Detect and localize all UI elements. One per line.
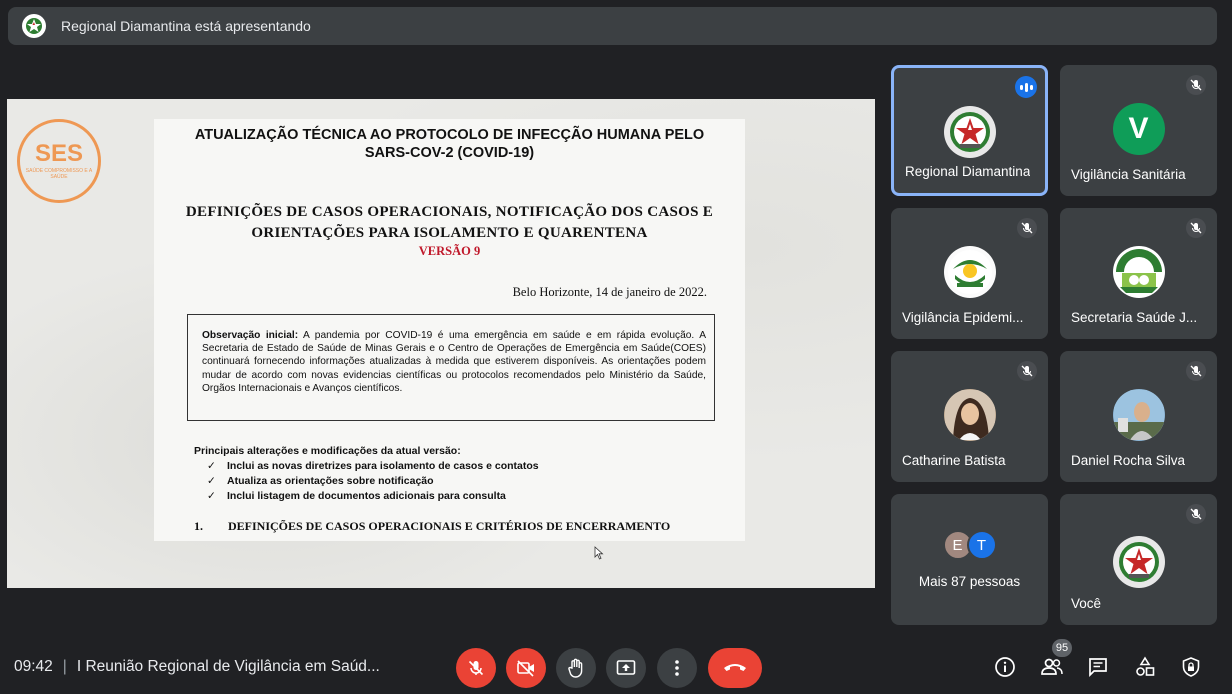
document-version: VERSÃO 9 (418, 244, 481, 258)
presenting-banner: Regional Diamantina está apresentando (8, 7, 1217, 45)
presentation-stage[interactable]: SES SAÚDE COMPROMISSO E A SAÚDE ATUALIZA… (7, 99, 875, 588)
section-heading: 1. DEFINIÇÕES DE CASOS OPERACIONAIS E CRI… (194, 519, 671, 533)
raise-hand-button[interactable] (556, 648, 596, 688)
leave-call-button[interactable] (708, 648, 762, 688)
avatar (943, 389, 996, 441)
meeting-info: 09:42 | I Reunião Regional de Vigilância e… (14, 658, 380, 675)
participant-tile-regional-diamantina[interactable]: Regional Diamantina (891, 65, 1048, 196)
list-item: Inclui listagem de documentos adicionais… (207, 489, 539, 504)
avatar (1112, 246, 1165, 298)
participant-name: Catharine Batista (902, 453, 1006, 468)
more-options-button[interactable] (657, 648, 697, 688)
people-button[interactable] (1039, 654, 1065, 680)
meeting-details-button[interactable] (992, 654, 1018, 680)
participant-name: Daniel Rocha Silva (1071, 453, 1186, 468)
speaking-indicator-icon (1015, 76, 1037, 98)
changes-list: Principais alterações e modificações da … (194, 444, 539, 504)
host-controls-button[interactable] (1178, 654, 1204, 680)
mic-off-icon (1186, 504, 1206, 524)
observation-box: Observação inicial: A pandemia por COVID… (187, 314, 715, 421)
more-vert-icon (675, 660, 679, 676)
meeting-controls-bar: 09:42 | I Reunião Regional de Vigilância e… (0, 640, 1232, 694)
chat-icon (1089, 658, 1107, 678)
mic-off-icon (1017, 218, 1037, 238)
more-participants-tile[interactable]: E T Mais 87 pessoas (891, 494, 1048, 625)
avatar (943, 246, 996, 298)
participant-name: Vigilância Sanitária (1071, 167, 1186, 182)
more-participants-label: Mais 87 pessoas (918, 574, 1021, 589)
mic-toggle-button[interactable] (456, 648, 496, 688)
participant-name: Vigilância Epidemi... (902, 310, 1024, 325)
grouped-avatars: E T (942, 530, 997, 560)
present-icon (616, 660, 636, 675)
camera-off-icon (517, 660, 534, 677)
list-item: Inclui as novas diretrizes para isolamen… (207, 459, 539, 474)
people-icon (1041, 658, 1063, 675)
mic-off-icon (1017, 361, 1037, 381)
shield-lock-icon (1182, 657, 1200, 677)
participant-name: Você (1071, 596, 1102, 611)
changes-title: Principais alterações e modificações da … (194, 445, 461, 457)
present-screen-button[interactable] (606, 648, 646, 688)
mic-off-icon (1186, 361, 1206, 381)
participant-name: Regional Diamantina (905, 164, 1031, 179)
mic-off-icon (1186, 218, 1206, 238)
avatar: T (966, 530, 997, 560)
participant-tile-daniel-rocha-silva[interactable]: Daniel Rocha Silva (1060, 351, 1217, 482)
presenting-text: Regional Diamantina está apresentando (61, 18, 311, 34)
chat-button[interactable] (1085, 654, 1111, 680)
document-place-date: Belo Horizonte, 14 de janeiro de 2022. (512, 285, 707, 299)
activities-button[interactable] (1132, 654, 1158, 680)
participant-tile-catharine-batista[interactable]: Catharine Batista (891, 351, 1048, 482)
participant-tile-vigilancia-sanitaria[interactable]: V Vigilância Sanitária (1060, 65, 1217, 196)
ses-stamp-logo: SES SAÚDE COMPROMISSO E A SAÚDE (17, 119, 101, 203)
list-item: Atualiza as orientações sobre notificaçã… (207, 474, 539, 489)
avatar (1112, 389, 1165, 441)
people-count-badge: 95 (1052, 639, 1072, 657)
shield-logo-icon (22, 14, 46, 38)
mic-off-icon (468, 660, 484, 676)
avatar (943, 106, 996, 158)
document-subtitle: DEFINIÇÕES DE CASOS OPERACIONAIS, NOTIFI… (185, 204, 714, 241)
mic-off-icon (1186, 75, 1206, 95)
camera-toggle-button[interactable] (506, 648, 546, 688)
hand-icon (568, 658, 583, 678)
info-icon (995, 657, 1015, 677)
meeting-title: I Reunião Regional de Vigilância em Saúd… (76, 658, 380, 675)
document-page: ATUALIZAÇÃO TÉCNICA AO PROTOCOLO DE INFE… (154, 119, 745, 541)
avatar (1112, 536, 1165, 588)
document-title: ATUALIZAÇÃO TÉCNICA AO PROTOCOLO DE INFE… (194, 127, 705, 161)
participant-tile-secretaria-saude[interactable]: Secretaria Saúde J... (1060, 208, 1217, 339)
participant-tile-self[interactable]: Você (1060, 494, 1217, 625)
mouse-cursor-icon (594, 546, 604, 560)
participant-tile-vigilancia-epidemiologica[interactable]: Vigilância Epidemi... (891, 208, 1048, 339)
clock-time: 09:42 (14, 658, 53, 675)
hang-up-icon (724, 664, 746, 671)
avatar: V (1112, 103, 1165, 155)
shapes-icon (1136, 656, 1155, 676)
participant-name: Secretaria Saúde J... (1071, 310, 1198, 325)
